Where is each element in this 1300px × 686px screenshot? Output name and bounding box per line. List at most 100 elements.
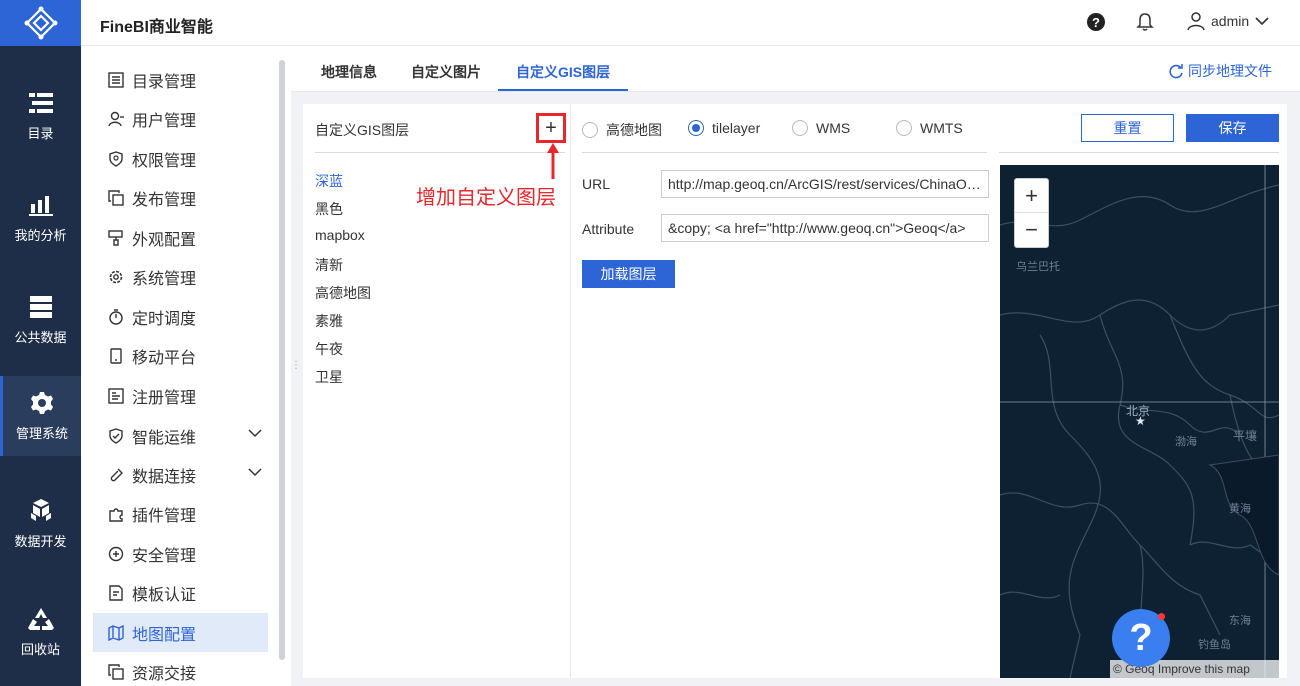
- tab-geo-info[interactable]: 地理信息: [321, 62, 377, 82]
- zoom-control: + −: [1014, 178, 1049, 248]
- map-label: 平壤: [1233, 429, 1258, 443]
- user-menu[interactable]: admin: [1187, 11, 1269, 31]
- zoom-in-button[interactable]: +: [1015, 179, 1048, 213]
- map-config-tabs: 地理信息 自定义图片 自定义GIS图层 同步地理文件: [291, 46, 1300, 92]
- gear-icon: [107, 268, 125, 286]
- nav-label: 公共数据: [14, 329, 67, 345]
- radio-wms[interactable]: WMS: [792, 120, 850, 136]
- menu-item-security-management[interactable]: 安全管理: [93, 534, 268, 573]
- layer-item-fresh[interactable]: 清新: [315, 255, 343, 275]
- resource-icon: [107, 663, 125, 681]
- menu-item-map-config[interactable]: 地图配置: [93, 613, 268, 652]
- radio-circle-checked: [688, 120, 704, 136]
- recycle-icon: [27, 607, 54, 631]
- chevron-down-icon[interactable]: [248, 467, 262, 477]
- chevron-down-icon: [1255, 17, 1269, 26]
- layer-item-deep-blue[interactable]: 深蓝: [315, 171, 343, 191]
- menu-item-user-management[interactable]: 用户管理: [93, 99, 268, 138]
- layer-item-gaode[interactable]: 高德地图: [315, 283, 371, 303]
- nav-catalog[interactable]: 目录: [0, 76, 81, 156]
- radio-gaode[interactable]: 高德地图: [582, 120, 662, 140]
- template-icon: [107, 584, 125, 602]
- layer-list-title: 自定义GIS图层: [315, 122, 410, 138]
- radio-tilelayer[interactable]: tilelayer: [688, 120, 760, 136]
- radio-label: 高德地图: [606, 122, 662, 138]
- menu-item-label: 权限管理: [132, 152, 197, 170]
- menu-item-label: 安全管理: [132, 547, 197, 565]
- active-tab-indicator: [498, 89, 628, 91]
- map-label: 东海: [1229, 615, 1251, 627]
- layer-item-satellite[interactable]: 卫星: [315, 367, 343, 387]
- menu-scrollbar[interactable]: [279, 60, 285, 660]
- layer-item-black[interactable]: 黑色: [315, 199, 343, 219]
- app-title: FineBI商业智能: [100, 19, 213, 36]
- radio-wmts[interactable]: WMTS: [896, 120, 963, 136]
- menu-item-template-certification[interactable]: 模板认证: [93, 573, 268, 612]
- menu-item-label: 注册管理: [132, 389, 197, 407]
- load-layer-button[interactable]: 加载图层: [582, 260, 675, 288]
- url-input[interactable]: http://map.geoq.cn/ArcGIS/rest/services/…: [661, 170, 989, 198]
- layer-item-mapbox[interactable]: mapbox: [315, 227, 365, 243]
- menu-item-appearance-config[interactable]: 外观配置: [93, 218, 268, 257]
- capital-star-icon: ★: [1135, 414, 1146, 428]
- add-layer-button[interactable]: +: [536, 113, 566, 143]
- gis-layer-panel: 自定义GIS图层 + 增加自定义图层 深蓝 黑色 mapbox 清新 高德地图 …: [303, 104, 1287, 678]
- menu-item-publish-management[interactable]: 发布管理: [93, 178, 268, 217]
- reset-button[interactable]: 重置: [1081, 114, 1174, 142]
- security-icon: [107, 545, 125, 563]
- nav-public-data[interactable]: 公共数据: [0, 280, 81, 360]
- menu-item-permission-management[interactable]: 权限管理: [93, 139, 268, 178]
- menu-item-registration[interactable]: 注册管理: [93, 376, 268, 415]
- map-icon: [107, 624, 125, 642]
- menu-item-resource-handover[interactable]: 资源交接: [93, 652, 268, 686]
- link-icon: [107, 466, 125, 484]
- bell-icon[interactable]: [1136, 12, 1154, 32]
- menu-item-label: 插件管理: [132, 507, 197, 525]
- nav-my-analysis[interactable]: 我的分析: [0, 178, 81, 258]
- layer-item-midnight[interactable]: 午夜: [315, 339, 343, 359]
- copy-icon: [107, 189, 125, 207]
- database-icon: [28, 295, 54, 319]
- nav-label: 管理系统: [15, 425, 68, 441]
- register-icon: [107, 387, 125, 405]
- radio-label: tilelayer: [712, 120, 761, 136]
- logo-icon: [24, 6, 57, 40]
- menu-item-mobile-platform[interactable]: 移动平台: [93, 336, 268, 375]
- divider: [315, 152, 565, 153]
- menu-item-label: 外观配置: [132, 231, 197, 249]
- menu-item-plugin-management[interactable]: 插件管理: [93, 494, 268, 533]
- divider: [582, 152, 987, 153]
- map-preview[interactable]: + − 乌兰巴托 北京 ★ 渤海 平壤 黄海 东海 钓鱼岛 © Geoq Imp…: [1000, 165, 1279, 678]
- cubes-icon: [28, 498, 54, 523]
- radio-label: WMTS: [920, 120, 963, 136]
- menu-item-label: 系统管理: [132, 270, 197, 288]
- menu-item-label: 智能运维: [132, 429, 197, 447]
- plus-icon: +: [545, 116, 557, 139]
- sync-geo-files-button[interactable]: 同步地理文件: [1168, 61, 1272, 81]
- radio-circle: [792, 120, 808, 136]
- app-logo[interactable]: [0, 0, 81, 46]
- menu-item-data-connection[interactable]: 数据连接: [93, 455, 268, 494]
- user-icon: [1187, 12, 1205, 31]
- nav-data-development[interactable]: 数据开发: [0, 484, 81, 564]
- tab-custom-image[interactable]: 自定义图片: [411, 62, 481, 82]
- menu-item-smart-ops[interactable]: 智能运维: [93, 416, 268, 455]
- zoom-out-button[interactable]: −: [1015, 213, 1048, 247]
- main-nav: 目录 我的分析 公共数据 管理系统 数据开发 回收站: [0, 0, 81, 686]
- nav-label: 我的分析: [14, 227, 67, 243]
- nav-recycle-bin[interactable]: 回收站: [0, 592, 81, 672]
- attribute-input[interactable]: &copy; <a href="http://www.geoq.cn">Geoq…: [661, 214, 989, 242]
- map-label: 黄海: [1229, 503, 1251, 515]
- nav-management-system[interactable]: 管理系统: [0, 376, 81, 456]
- menu-item-scheduling[interactable]: 定时调度: [93, 297, 268, 336]
- layer-item-elegant[interactable]: 素雅: [315, 311, 343, 331]
- gear-icon: [29, 391, 55, 415]
- tab-custom-gis-layer[interactable]: 自定义GIS图层: [516, 62, 610, 82]
- nav-label: 目录: [27, 125, 54, 141]
- help-icon[interactable]: ?: [1087, 13, 1105, 31]
- brush-icon: [107, 229, 125, 247]
- save-button[interactable]: 保存: [1186, 114, 1279, 142]
- menu-item-system-management[interactable]: 系统管理: [93, 257, 268, 296]
- chevron-down-icon[interactable]: [248, 428, 262, 438]
- menu-item-catalog-management[interactable]: 目录管理: [93, 60, 268, 99]
